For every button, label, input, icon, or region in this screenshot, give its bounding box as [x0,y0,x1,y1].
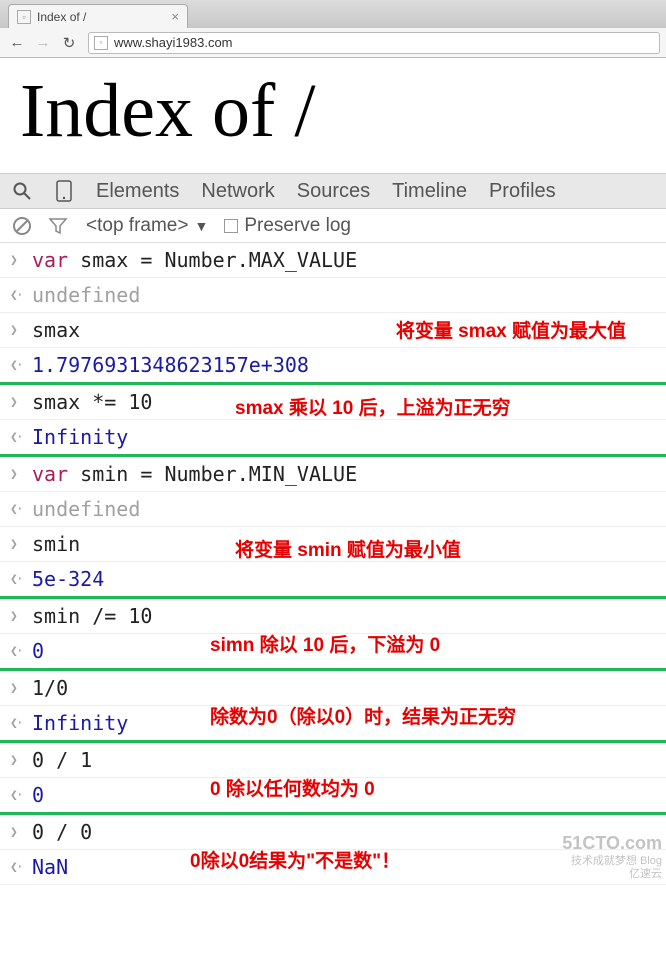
output-arrow-icon: ❮· [10,288,32,303]
console-text: smin /= 10 [32,604,152,628]
frame-selector[interactable]: <top frame> ▼ [86,215,208,237]
browser-toolbar: ← → ↻ ▫ www.shayi1983.com [0,28,666,58]
input-arrow-icon: ❯ [10,467,32,482]
console-text: var smin = Number.MIN_VALUE [32,462,357,486]
site-icon: ▫ [94,36,108,50]
annotation: 0 除以任何数均为 0 [210,774,375,801]
output-arrow-icon: ❮· [10,860,32,875]
input-arrow-icon: ❯ [10,395,32,410]
console-row: ❯var smax = Number.MAX_VALUE [0,243,666,278]
tab-network[interactable]: Network [199,180,276,203]
console-text: 0 / 1 [32,748,92,772]
input-arrow-icon: ❯ [10,253,32,268]
console-text: smin [32,532,80,556]
annotation: 将变量 smin 赋值为最小值 [235,535,461,562]
console-text: 1.7976931348623157e+308 [32,353,309,377]
console-text: NaN [32,855,68,879]
console-text: 1/0 [32,676,68,700]
output-arrow-icon: ❮· [10,716,32,731]
watermark: 51CTO.com 技术成就梦想 Blog 亿速云 [562,833,662,881]
annotation: smax 乘以 10 后，上溢为正无穷 [235,393,511,420]
annotation: simn 除以 10 后，下溢为 0 [210,630,440,657]
search-icon[interactable] [10,179,34,203]
frame-selector-label: <top frame> [86,215,188,237]
tab-elements[interactable]: Elements [94,180,181,203]
console-row: ❮·0simn 除以 10 后，下溢为 0 [0,634,666,671]
tab-sources[interactable]: Sources [295,180,372,203]
tab-timeline[interactable]: Timeline [390,180,469,203]
console-text: var smax = Number.MAX_VALUE [32,248,357,272]
reload-button[interactable]: ↻ [58,32,80,54]
devtools-tabs: Elements Network Sources Timeline Profil… [0,173,666,209]
console-row: ❯smax [0,313,666,348]
preserve-log-checkbox[interactable] [224,219,238,233]
page-icon: ▫ [17,10,31,24]
input-arrow-icon: ❯ [10,609,32,624]
console-row: ❯smax *= 10 smax 乘以 10 后，上溢为正无穷 [0,385,666,420]
console-text: 0 / 0 [32,820,92,844]
console-text: 5e-324 [32,567,104,591]
output-arrow-icon: ❮· [10,358,32,373]
forward-button[interactable]: → [32,32,54,54]
close-icon[interactable]: × [171,9,179,24]
input-arrow-icon: ❯ [10,323,32,338]
console-text: Infinity [32,425,128,449]
output-arrow-icon: ❮· [10,644,32,659]
console-row: ❯smin 将变量 smin 赋值为最小值 [0,527,666,562]
browser-tabbar: ▫ Index of / × [0,0,666,28]
tab-title: Index of / [37,10,86,24]
annotation: 除数为0（除以0）时，结果为正无穷 [210,702,516,729]
chevron-down-icon: ▼ [194,218,208,234]
console-output: ❯var smax = Number.MAX_VALUE❮·undefined将… [0,243,666,885]
console-text: smax *= 10 [32,390,152,414]
console-row: ❯var smin = Number.MIN_VALUE [0,457,666,492]
tab-profiles[interactable]: Profiles [487,180,558,203]
console-text: 0 [32,783,44,807]
output-arrow-icon: ❮· [10,502,32,517]
input-arrow-icon: ❯ [10,537,32,552]
page-title: Index of / [0,58,666,173]
console-text: undefined [32,283,140,307]
output-arrow-icon: ❮· [10,572,32,587]
console-text: undefined [32,497,140,521]
input-arrow-icon: ❯ [10,825,32,840]
console-row: ❮·Infinity除数为0（除以0）时，结果为正无穷 [0,706,666,743]
back-button[interactable]: ← [6,32,28,54]
console-row: ❮·undefined [0,492,666,527]
console-controls: <top frame> ▼ Preserve log [0,209,666,243]
input-arrow-icon: ❯ [10,681,32,696]
console-row: ❮·Infinity [0,420,666,457]
console-row: ❮·1.7976931348623157e+308 [0,348,666,385]
console-row: ❮·5e-324 [0,562,666,599]
output-arrow-icon: ❮· [10,430,32,445]
output-arrow-icon: ❮· [10,788,32,803]
annotation: 0除以0结果为"不是数"！ [190,846,400,873]
url-text: www.shayi1983.com [114,35,233,50]
device-icon[interactable] [52,179,76,203]
url-bar[interactable]: ▫ www.shayi1983.com [88,32,660,54]
input-arrow-icon: ❯ [10,753,32,768]
console-text: 0 [32,639,44,663]
clear-icon[interactable] [10,214,34,238]
console-text: smax [32,318,80,342]
console-row: ❯0 / 1 [0,743,666,778]
console-text: Infinity [32,711,128,735]
console-row: ❯smin /= 10 [0,599,666,634]
filter-icon[interactable] [46,214,70,238]
console-row: ❮·00 除以任何数均为 0 [0,778,666,815]
preserve-log-label: Preserve log [244,215,351,237]
browser-tab[interactable]: ▫ Index of / × [8,4,188,28]
console-row: ❮·undefined将变量 smax 赋值为最大值 [0,278,666,313]
console-row: ❯1/0 [0,671,666,706]
